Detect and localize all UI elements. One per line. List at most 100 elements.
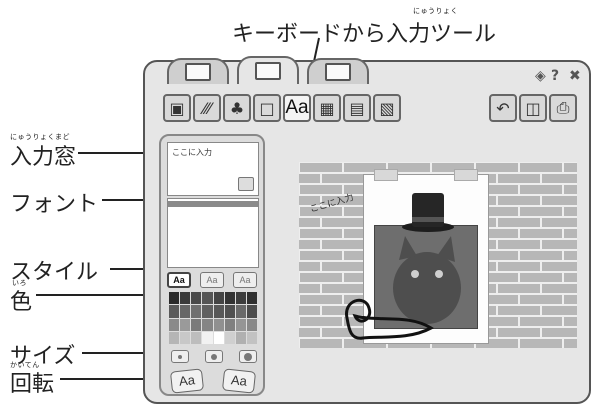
color-swatch[interactable] <box>202 292 213 305</box>
callout-label: キーボードから入力ツール <box>232 22 497 47</box>
app-window: ◈ ? ✖ ▣ ⁄⁄⁄ ♣ □ Aa ▦ ▤ ▧ ↶ ◫ ⎙ ここに入力 Aa … <box>143 56 591 404</box>
callout-input-window: にゅうりょくまど 入力窓 <box>10 132 76 171</box>
toolbar: ▣ ⁄⁄⁄ ♣ □ Aa ▦ ▤ ▧ ↶ ◫ ⎙ <box>151 92 585 126</box>
stamp-tool-button[interactable]: ♣ <box>223 94 251 122</box>
frame-icon: □ <box>259 98 275 118</box>
rotate-left-button[interactable]: Aa <box>169 368 205 394</box>
callout-furigana: にゅうりょく <box>413 7 458 15</box>
pencil-icon: ⁄⁄⁄ <box>202 98 211 118</box>
color-swatch[interactable] <box>180 292 191 305</box>
scribble-drawing <box>345 298 434 340</box>
color-swatch[interactable] <box>224 318 235 331</box>
callout-color: いろ 色 <box>10 278 32 316</box>
color-swatch[interactable] <box>213 331 224 344</box>
text-icon: Aa <box>285 97 309 118</box>
tape-left <box>374 169 398 181</box>
color-palette <box>169 292 257 344</box>
undo-icon: ↶ <box>496 98 510 118</box>
background-icon: ▤ <box>349 98 365 118</box>
color-swatch[interactable] <box>180 331 191 344</box>
settings-icon[interactable]: ◈ <box>535 68 546 84</box>
color-swatch[interactable] <box>235 305 246 318</box>
style-shadow-button[interactable]: Aa <box>233 272 257 288</box>
filter-tool-button[interactable]: ▦ <box>313 94 341 122</box>
color-swatch[interactable] <box>235 318 246 331</box>
callout-label: 回転 <box>10 372 55 397</box>
color-swatch[interactable] <box>213 292 224 305</box>
callout-furigana: にゅうりょくまど <box>10 133 70 141</box>
color-swatch[interactable] <box>180 318 191 331</box>
color-swatch[interactable] <box>169 292 180 305</box>
text-settings-panel: ここに入力 Aa Aa Aa Aa Aa <box>159 134 265 396</box>
clear-button[interactable]: ◫ <box>519 94 547 122</box>
callout-rotate: かいてん 回転 <box>10 360 54 398</box>
photo-tool-button[interactable]: ▣ <box>163 94 191 122</box>
text-tool-button[interactable]: Aa <box>283 94 311 122</box>
rotate-right-button[interactable]: Aa <box>221 368 257 394</box>
callout-label: 入力窓 <box>10 145 77 170</box>
size-medium-button[interactable] <box>205 350 223 363</box>
style-outline-button[interactable]: Aa <box>200 272 224 288</box>
callout-text-tool: にゅうりょく キーボードから入力ツール <box>232 6 496 48</box>
color-swatch[interactable] <box>169 305 180 318</box>
color-swatch[interactable] <box>224 331 235 344</box>
drawing-canvas[interactable]: ここに入力 <box>299 162 577 348</box>
color-swatch[interactable] <box>202 305 213 318</box>
size-large-button[interactable] <box>239 350 257 363</box>
size-small-dot <box>178 354 182 359</box>
print-icon: ⎙ <box>556 98 570 117</box>
style-bold-button[interactable]: Aa <box>167 272 191 288</box>
size-large-dot <box>244 352 252 361</box>
color-swatch[interactable] <box>202 331 213 344</box>
color-swatch[interactable] <box>246 331 257 344</box>
size-small-button[interactable] <box>171 350 189 363</box>
callout-furigana: かいてん <box>10 361 40 369</box>
print-button[interactable]: ⎙ <box>549 94 577 122</box>
color-swatch[interactable] <box>169 318 180 331</box>
tab-photo[interactable] <box>307 58 369 84</box>
callout-label: 色 <box>10 290 33 315</box>
callout-font: フォント <box>10 186 98 218</box>
color-swatch[interactable] <box>191 331 202 344</box>
color-swatch[interactable] <box>246 305 257 318</box>
scene-tool-button[interactable]: ▧ <box>373 94 401 122</box>
color-swatch[interactable] <box>213 318 224 331</box>
color-swatch[interactable] <box>235 331 246 344</box>
callout-furigana: いろ <box>12 279 27 287</box>
top-hat-icon <box>402 193 454 232</box>
color-swatch[interactable] <box>191 318 202 331</box>
undo-button[interactable]: ↶ <box>489 94 517 122</box>
help-icon[interactable]: ? <box>551 68 559 84</box>
clear-icon: ◫ <box>525 98 541 118</box>
tab-stamp[interactable] <box>167 58 229 84</box>
color-swatch[interactable] <box>202 318 213 331</box>
keyboard-icon[interactable] <box>238 177 254 191</box>
stamp-icon: ♣ <box>229 98 245 118</box>
color-swatch[interactable] <box>191 305 202 318</box>
text-input-window[interactable]: ここに入力 <box>167 142 259 196</box>
stamp-tab-icon <box>185 63 211 81</box>
text-input-value: ここに入力 <box>172 148 212 157</box>
size-medium-dot <box>211 353 217 360</box>
rotate-buttons: Aa Aa <box>169 368 257 394</box>
tab-canvas[interactable] <box>237 56 299 84</box>
pencil-tool-button[interactable]: ⁄⁄⁄ <box>193 94 221 122</box>
color-swatch[interactable] <box>191 292 202 305</box>
color-swatch[interactable] <box>224 292 235 305</box>
color-swatch[interactable] <box>224 305 235 318</box>
color-swatch[interactable] <box>235 292 246 305</box>
color-swatch[interactable] <box>180 305 191 318</box>
frame-tool-button[interactable]: □ <box>253 94 281 122</box>
callout-label: フォント <box>10 192 99 217</box>
color-swatch[interactable] <box>246 292 257 305</box>
background-tool-button[interactable]: ▤ <box>343 94 371 122</box>
font-list[interactable] <box>167 198 259 268</box>
color-swatch[interactable] <box>246 318 257 331</box>
color-swatch[interactable] <box>169 331 180 344</box>
photo-icon: ▣ <box>169 98 185 118</box>
filter-icon: ▦ <box>319 98 335 118</box>
color-swatch[interactable] <box>213 305 224 318</box>
close-icon[interactable]: ✖ <box>569 68 581 84</box>
font-list-selected-item[interactable] <box>168 201 258 207</box>
photo-tab-icon <box>325 63 351 81</box>
